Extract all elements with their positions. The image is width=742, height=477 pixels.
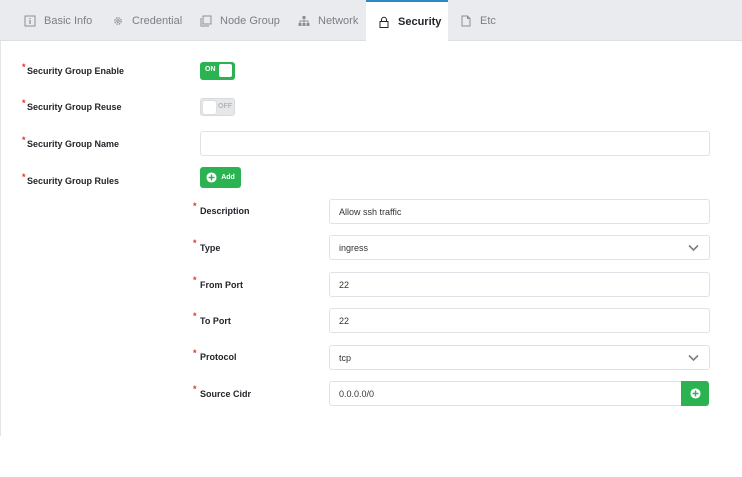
tab-label: Node Group — [220, 14, 280, 27]
type-select-value: ingress — [339, 242, 369, 253]
tab-label: Network — [318, 14, 359, 27]
toggle-text: ON — [205, 66, 216, 73]
tab-bar: Basic Info Credential Node Group Network… — [0, 0, 742, 42]
tab-basic-info[interactable]: Basic Info — [12, 0, 104, 41]
security-group-name-input[interactable] — [200, 131, 710, 156]
required-marker: * — [193, 238, 197, 248]
required-marker: * — [193, 201, 197, 211]
toggle-text: OFF — [218, 103, 232, 110]
security-group-enable-label: Security Group Enable — [27, 66, 125, 76]
type-select[interactable]: ingress — [329, 235, 710, 260]
plus-circle-icon — [689, 388, 701, 399]
tab-label: Basic Info — [44, 14, 93, 27]
security-group-reuse-toggle[interactable]: OFF — [200, 98, 235, 116]
required-marker: * — [22, 98, 26, 108]
required-marker: * — [22, 172, 26, 182]
security-group-name-label: Security Group Name — [27, 139, 120, 149]
protocol-select[interactable]: tcp — [329, 345, 710, 370]
required-marker: * — [22, 135, 26, 145]
required-marker: * — [193, 311, 197, 321]
tab-label: Etc — [480, 14, 496, 27]
type-label: Type — [200, 243, 221, 253]
network-icon — [298, 15, 310, 26]
security-group-reuse-label: Security Group Reuse — [27, 102, 122, 112]
from-port-label: From Port — [200, 280, 244, 290]
protocol-select-value: tcp — [339, 352, 352, 363]
add-rule-button[interactable]: Add — [200, 167, 241, 188]
chevron-down-icon — [688, 244, 699, 252]
tab-label: Credential — [132, 14, 183, 27]
source-cidr-label: Source Cidr — [200, 389, 252, 399]
tab-network[interactable]: Network — [286, 0, 370, 41]
gear-icon — [114, 16, 122, 25]
from-port-input[interactable]: 22 — [329, 272, 710, 297]
lock-icon — [379, 16, 389, 28]
tab-label: Security — [398, 16, 442, 28]
description-label: Description — [200, 206, 250, 216]
required-marker: * — [22, 62, 26, 72]
tab-security[interactable]: Security — [366, 0, 448, 42]
to-port-label: To Port — [200, 316, 231, 326]
toggle-knob — [219, 64, 232, 77]
info-icon — [24, 15, 36, 26]
tab-etc[interactable]: Etc — [448, 0, 508, 41]
source-cidr-input[interactable]: 0.0.0.0/0 — [329, 381, 682, 406]
add-rule-label: Add — [221, 174, 235, 181]
description-input[interactable]: Allow ssh traffic — [329, 199, 710, 224]
file-icon — [461, 15, 471, 26]
security-group-enable-toggle[interactable]: ON — [200, 62, 235, 80]
copy-icon — [200, 15, 212, 26]
chevron-down-icon — [688, 354, 699, 362]
required-marker: * — [193, 275, 197, 285]
tab-credential[interactable]: Credential — [100, 0, 194, 41]
required-marker: * — [193, 348, 197, 358]
left-border — [0, 41, 1, 436]
protocol-label: Protocol — [200, 352, 237, 362]
tab-node-group[interactable]: Node Group — [188, 0, 292, 41]
plus-circle-icon — [206, 172, 217, 183]
to-port-input[interactable]: 22 — [329, 308, 710, 333]
toggle-knob — [203, 101, 216, 114]
security-group-rules-label: Security Group Rules — [27, 176, 120, 186]
add-cidr-button[interactable] — [681, 381, 709, 406]
required-marker: * — [193, 384, 197, 394]
